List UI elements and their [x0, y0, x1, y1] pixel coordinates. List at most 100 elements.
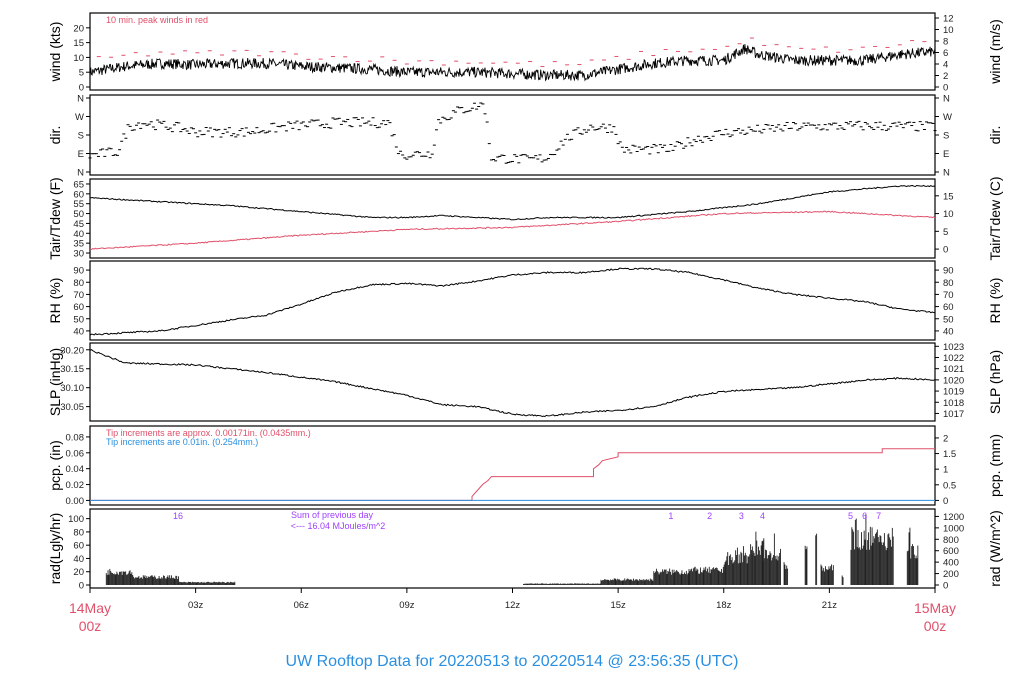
rad-bar: [606, 579, 608, 585]
rad-bar: [877, 536, 879, 585]
rad-bar: [569, 583, 571, 585]
rad-bar: [700, 572, 702, 585]
y-tick-label: 0.06: [66, 448, 85, 459]
rad-bar: [186, 582, 188, 585]
y-axis-label-right: dir.: [987, 126, 1003, 145]
chart-title: UW Rooftop Data for 20220513 to 20220514…: [286, 653, 739, 670]
rad-bar: [155, 577, 157, 585]
y-tick-label-right: 1018: [943, 398, 964, 409]
rad-bar: [229, 581, 231, 585]
rad-bar: [599, 583, 601, 585]
rad-bar: [785, 568, 787, 585]
y-tick-label: 30.05: [60, 402, 84, 413]
rad-bar: [721, 572, 723, 585]
rad-bar: [201, 582, 203, 585]
y-tick-label: 40: [73, 229, 84, 240]
rad-bar: [890, 546, 892, 585]
rad-bar: [687, 572, 689, 585]
rad-bar: [587, 583, 589, 585]
rad-bar: [699, 567, 701, 585]
rad-hour-label: 6: [862, 511, 867, 521]
y-axis-label-right: RH (%): [987, 278, 1003, 324]
rad-bar: [212, 582, 214, 585]
rad-bar: [595, 583, 597, 585]
rad-bar: [557, 583, 559, 585]
rad-bar: [699, 573, 701, 585]
rad-bar: [218, 581, 220, 585]
rad-bar: [567, 583, 568, 585]
rad-bar: [624, 578, 626, 585]
rad-bar: [232, 582, 234, 585]
rad-bar: [626, 578, 628, 585]
y-tick-label-right: 0: [943, 245, 948, 256]
rad-bar: [673, 569, 675, 585]
rad-bar: [720, 571, 722, 585]
rad-bar: [229, 582, 230, 585]
rad-bar: [165, 578, 167, 585]
rad-bar: [589, 583, 590, 585]
y-tick-label-right: 60: [943, 302, 954, 313]
rad-bar: [861, 548, 863, 585]
rad-bar: [207, 581, 209, 585]
rad-bar: [217, 582, 219, 585]
rad-bar: [692, 571, 693, 585]
rad-bar: [556, 583, 558, 585]
rad-bar: [170, 575, 172, 585]
rad-bar: [178, 582, 179, 585]
rad-bar: [613, 578, 615, 585]
rad-bar: [875, 533, 877, 585]
rad-bar: [724, 562, 726, 585]
rad-bar: [585, 583, 587, 585]
rad-bar: [572, 583, 574, 585]
y-tick-label-right: 0.5: [943, 480, 956, 491]
rad-bar: [715, 567, 717, 585]
rad-bar: [206, 582, 208, 585]
rad-bar: [719, 571, 721, 585]
rad-bar: [914, 558, 916, 585]
rad-bar: [663, 569, 665, 585]
rad-bar: [736, 547, 738, 585]
rad-bar: [777, 560, 779, 585]
rad-bar: [712, 568, 714, 585]
rad-bar: [755, 531, 757, 585]
rad-bar: [886, 547, 888, 585]
rad-bar: [219, 582, 221, 585]
y-tick-label-right: S: [943, 131, 949, 142]
rad-bar: [594, 583, 596, 585]
y-tick-label: 65: [73, 179, 84, 190]
rad-bar: [787, 568, 789, 585]
rad-bar: [907, 550, 909, 585]
rad-bar: [133, 577, 135, 585]
rad-bar: [872, 542, 874, 585]
rad-bar: [108, 574, 110, 585]
rad-bar: [740, 551, 742, 585]
rad-bar: [681, 570, 683, 585]
rad-bar: [627, 578, 629, 585]
rad-bar: [578, 583, 580, 585]
rad-bar: [913, 554, 915, 585]
rad-bar: [562, 583, 564, 585]
rad-bar: [815, 535, 817, 585]
rad-bar: [197, 582, 199, 585]
rad-bar: [671, 569, 673, 585]
rad-bar: [891, 527, 893, 585]
rad-sum-note: Sum of previous day: [291, 510, 374, 520]
rad-bar: [805, 549, 807, 585]
rad-bar: [730, 560, 732, 585]
rad-bar: [577, 583, 579, 585]
rad-bar: [828, 566, 830, 585]
rad-bar: [696, 568, 698, 585]
rad-bar: [767, 555, 769, 585]
rad-hour-label: 5: [848, 511, 853, 521]
rad-bar: [148, 576, 149, 585]
rad-bar: [215, 582, 217, 585]
y-tick-label: S: [78, 131, 84, 142]
x-tick-label: 12z: [505, 600, 521, 611]
rad-bar: [776, 555, 778, 585]
rad-bar: [142, 575, 144, 585]
rad-bar: [722, 566, 724, 585]
rad-bar: [154, 575, 156, 585]
panel-frame: [89, 260, 936, 341]
rad-bar: [542, 583, 544, 585]
rad-bar: [602, 579, 604, 585]
